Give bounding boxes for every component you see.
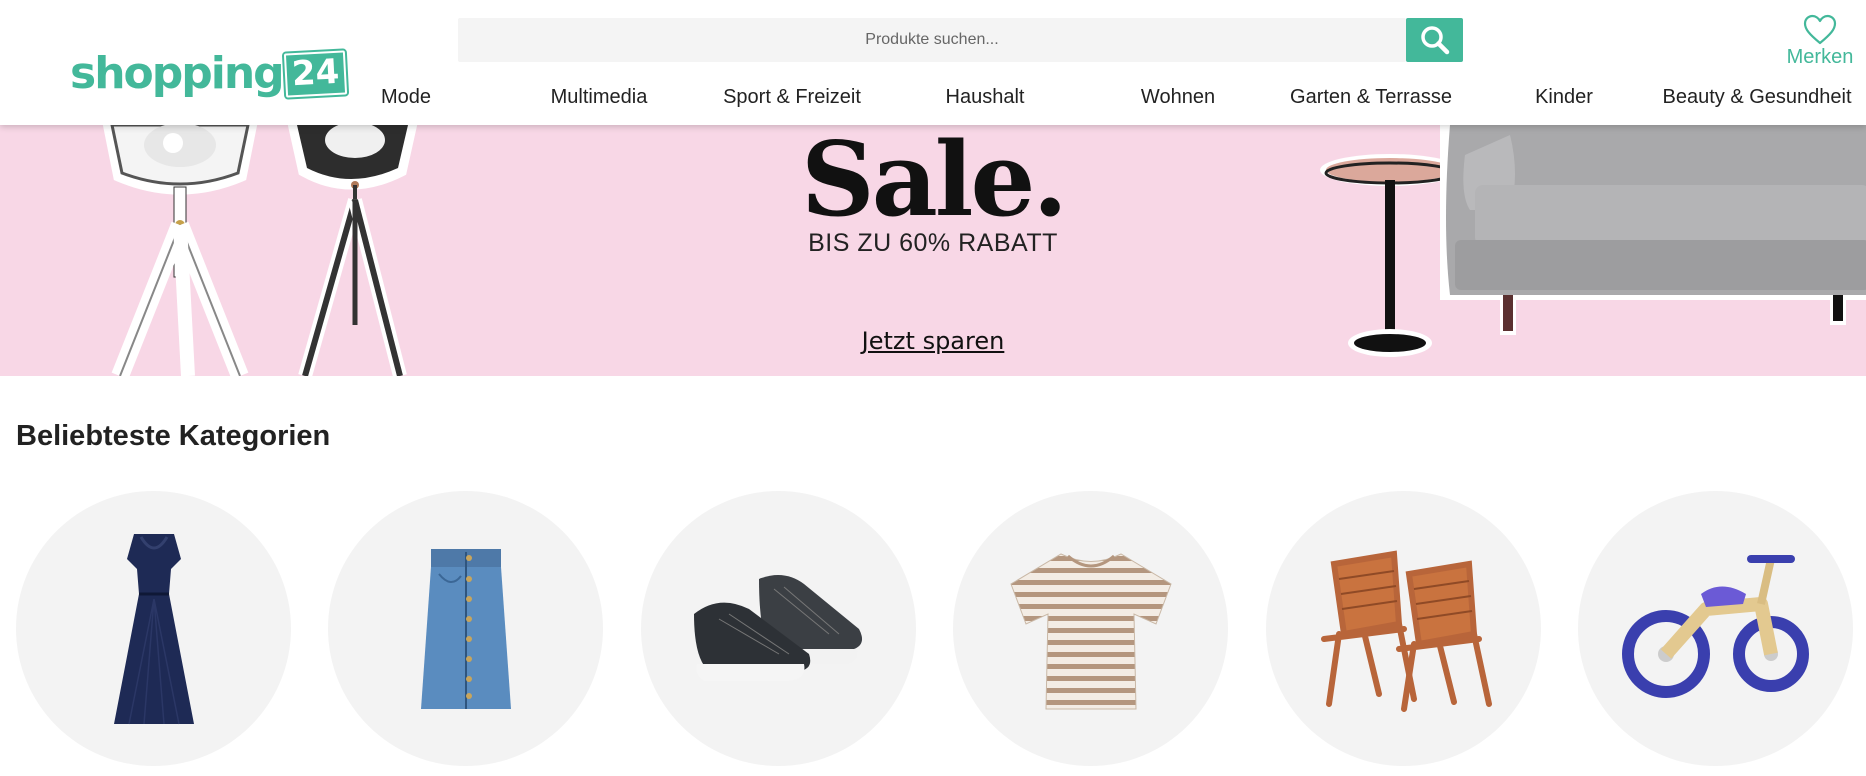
nav-item-mode[interactable]: Mode — [381, 86, 431, 109]
sale-banner[interactable]: Sale. BIS ZU 60% RABATT Jetzt sparen — [0, 125, 1866, 376]
sale-subtitle: BIS ZU 60% RABATT — [808, 229, 1058, 257]
main-navigation: Mode Multimedia Sport & Freizeit Haushal… — [0, 86, 1866, 116]
nav-item-sport-freizeit[interactable]: Sport & Freizeit — [723, 86, 861, 109]
sneaker-icon — [693, 574, 862, 681]
balance-bike-icon — [1621, 554, 1809, 698]
category-shoes[interactable] — [641, 491, 916, 766]
search-icon — [1420, 26, 1449, 55]
dress-icon — [113, 533, 194, 724]
category-garden-furniture[interactable] — [1266, 491, 1541, 766]
wishlist-link[interactable]: Merken — [1782, 14, 1858, 69]
category-kids[interactable] — [1578, 491, 1853, 766]
striped-tshirt-icon — [1009, 552, 1172, 709]
nav-item-garten-terrasse[interactable]: Garten & Terrasse — [1290, 86, 1452, 109]
site-header: shopping 24 Merken Mode Multimedia Sport… — [0, 0, 1866, 125]
wishlist-label: Merken — [1786, 46, 1854, 68]
sale-cta-label[interactable]: Jetzt sparen — [862, 327, 1005, 355]
search-button[interactable] — [1406, 18, 1463, 62]
nav-item-beauty-gesundheit[interactable]: Beauty & Gesundheit — [1662, 86, 1851, 109]
nav-item-kinder[interactable]: Kinder — [1535, 86, 1593, 109]
sale-title: Sale. — [801, 125, 1068, 240]
nav-item-wohnen[interactable]: Wohnen — [1141, 86, 1215, 109]
sale-cta-link[interactable]: Jetzt sparen — [0, 327, 1866, 355]
garden-chairs-icon — [1320, 549, 1492, 712]
category-tshirts[interactable] — [953, 491, 1228, 766]
section-title-popular-categories: Beliebteste Kategorien — [16, 420, 331, 452]
category-skirts[interactable] — [328, 491, 603, 766]
heart-icon — [1803, 14, 1837, 45]
nav-item-multimedia[interactable]: Multimedia — [551, 86, 648, 109]
search-bar — [458, 18, 1406, 62]
nav-item-haushalt[interactable]: Haushalt — [946, 86, 1025, 109]
search-input[interactable] — [458, 18, 1406, 62]
category-dresses[interactable] — [16, 491, 291, 766]
denim-skirt-icon — [420, 548, 511, 709]
